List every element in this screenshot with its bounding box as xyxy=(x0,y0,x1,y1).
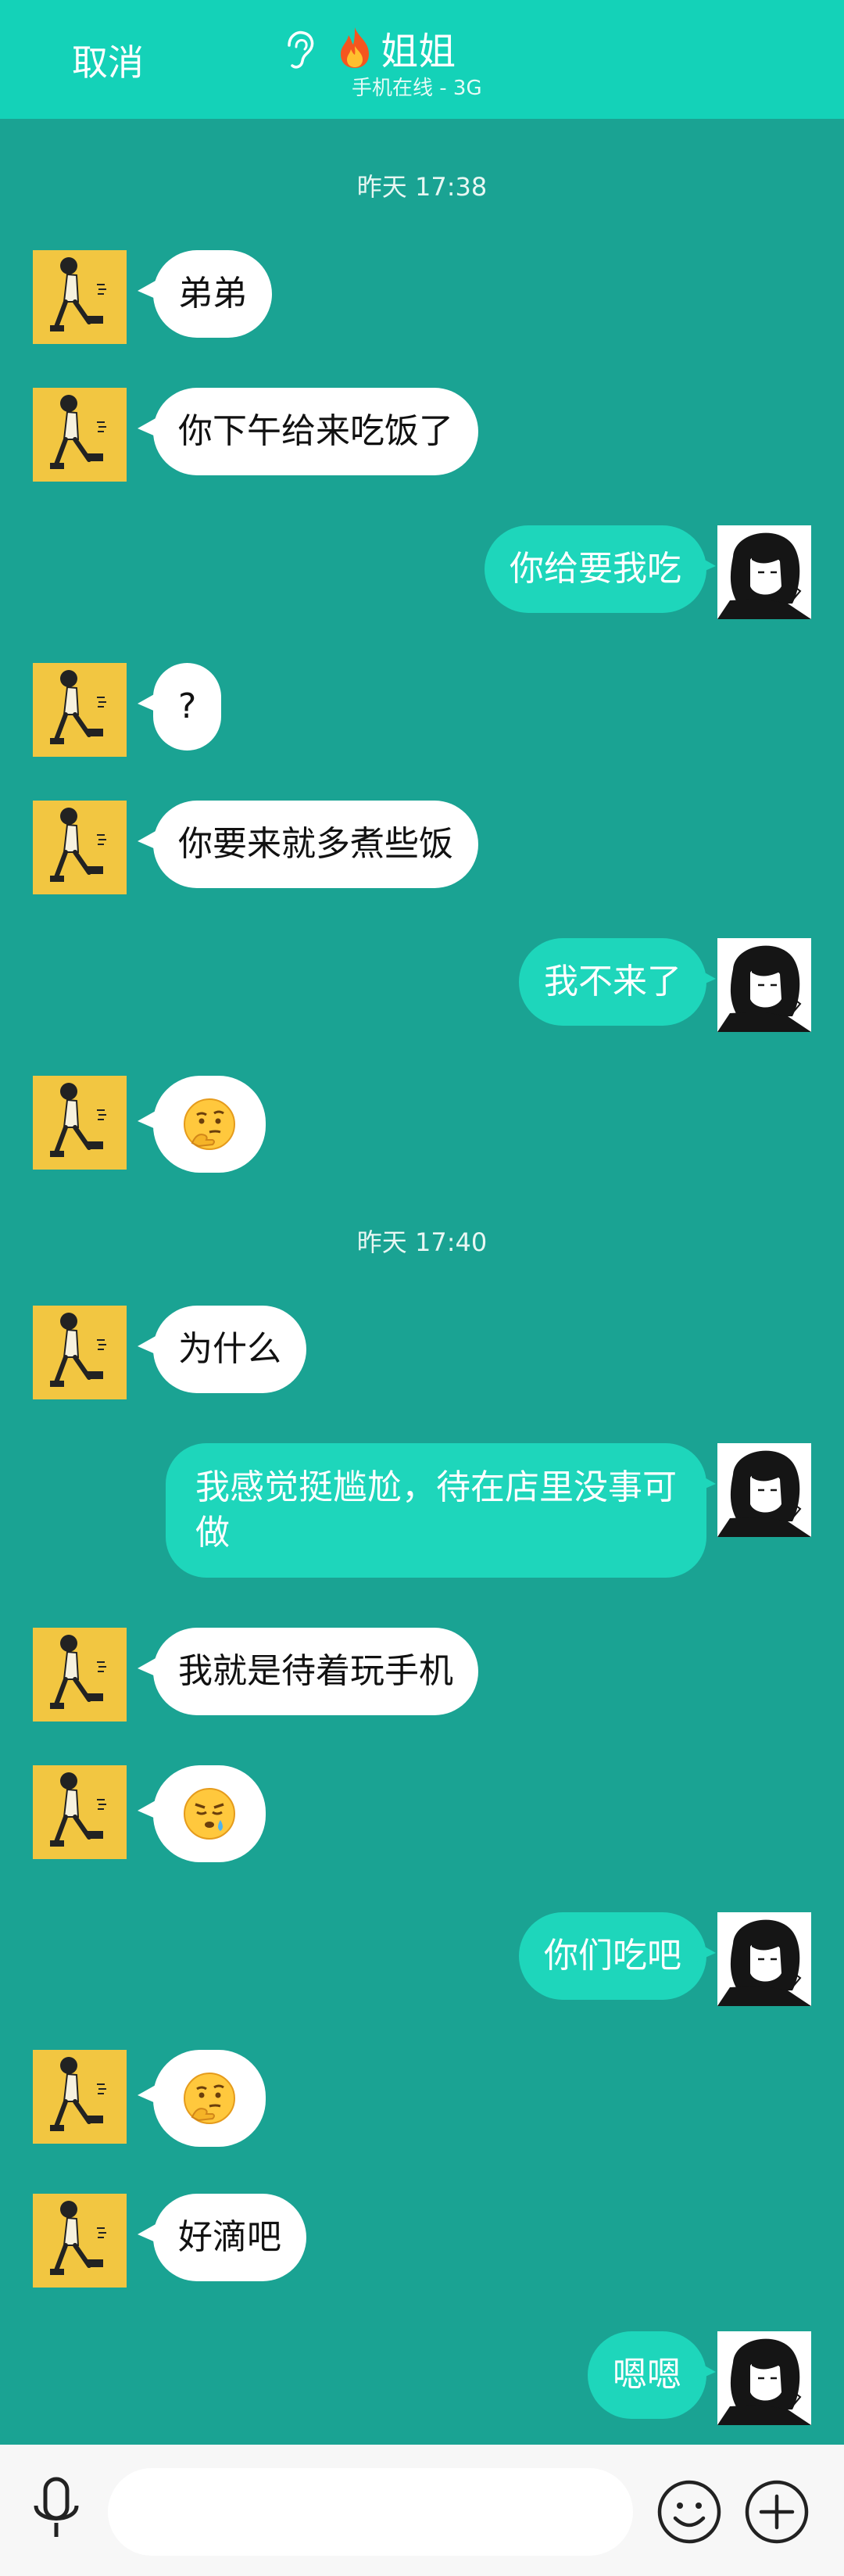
contact-avatar[interactable] xyxy=(33,388,127,482)
chat-header: 取消 姐姐 手机在线 - 3G xyxy=(0,0,844,119)
message-bubble[interactable] xyxy=(153,1765,266,1862)
online-status: 手机在线 - 3G xyxy=(352,77,482,100)
bubble-tail xyxy=(691,965,716,990)
message-bubble[interactable]: 你要来就多煮些饭 xyxy=(153,801,478,888)
message-bubble[interactable]: 你下午给来吃饭了 xyxy=(153,388,478,475)
contact-avatar[interactable] xyxy=(33,1765,127,1859)
message-bubble[interactable]: 弟弟 xyxy=(153,250,272,338)
message-bubble[interactable]: 我感觉挺尴尬，待在店里没事可做 xyxy=(166,1443,706,1578)
message-bubble[interactable]: ? xyxy=(153,663,222,751)
input-bar xyxy=(0,2445,844,2576)
smiley-icon[interactable] xyxy=(656,2479,722,2545)
message-input[interactable] xyxy=(108,2468,633,2556)
cancel-button[interactable]: 取消 xyxy=(72,34,144,86)
message-bubble[interactable]: 你们吃吧 xyxy=(519,1912,706,2000)
timestamp: 昨天 17:38 xyxy=(356,172,488,202)
thinking-face-emoji xyxy=(184,1098,235,1150)
message-bubble[interactable] xyxy=(153,2050,266,2147)
bubble-tail xyxy=(691,1470,716,1495)
contact-avatar[interactable] xyxy=(33,2194,127,2288)
contact-avatar[interactable] xyxy=(33,801,127,894)
chat-title-text: 姐姐 xyxy=(381,30,456,73)
contact-avatar[interactable] xyxy=(33,1076,127,1170)
timestamp: 昨天 17:40 xyxy=(356,1227,488,1257)
microphone-icon[interactable] xyxy=(28,2474,84,2545)
contact-avatar[interactable] xyxy=(33,1306,127,1399)
bubble-tail xyxy=(691,552,716,577)
my-avatar[interactable] xyxy=(717,1443,811,1537)
pouting-face-emoji xyxy=(184,1788,235,1840)
contact-avatar[interactable] xyxy=(33,2050,127,2144)
bubble-tail xyxy=(691,2358,716,2383)
plus-circle-icon[interactable] xyxy=(744,2479,810,2545)
contact-avatar[interactable] xyxy=(33,1628,127,1722)
contact-avatar[interactable] xyxy=(33,663,127,757)
message-bubble[interactable]: 我不来了 xyxy=(519,938,706,1026)
message-list[interactable]: 昨天 17:38 弟弟 你下午给来吃饭了 你给要我吃 ? 你要来就多煮些饭 我不… xyxy=(0,119,844,2445)
message-bubble[interactable]: 我就是待着玩手机 xyxy=(153,1628,478,1715)
message-bubble[interactable]: 为什么 xyxy=(153,1306,306,1393)
bubble-tail xyxy=(691,1939,716,1964)
message-bubble[interactable]: 嗯嗯 xyxy=(588,2331,706,2419)
message-bubble[interactable] xyxy=(153,1076,266,1173)
contact-avatar[interactable] xyxy=(33,250,127,344)
my-avatar[interactable] xyxy=(717,525,811,619)
message-bubble[interactable]: 你给要我吃 xyxy=(485,525,706,613)
chat-title: 姐姐 xyxy=(338,20,456,75)
message-bubble[interactable]: 好滴吧 xyxy=(153,2194,306,2281)
thinking-face-emoji xyxy=(184,2073,235,2124)
my-avatar[interactable] xyxy=(717,2331,811,2425)
flame-icon xyxy=(341,27,369,68)
ear-icon[interactable] xyxy=(283,30,317,70)
my-avatar[interactable] xyxy=(717,1912,811,2006)
my-avatar[interactable] xyxy=(717,938,811,1032)
